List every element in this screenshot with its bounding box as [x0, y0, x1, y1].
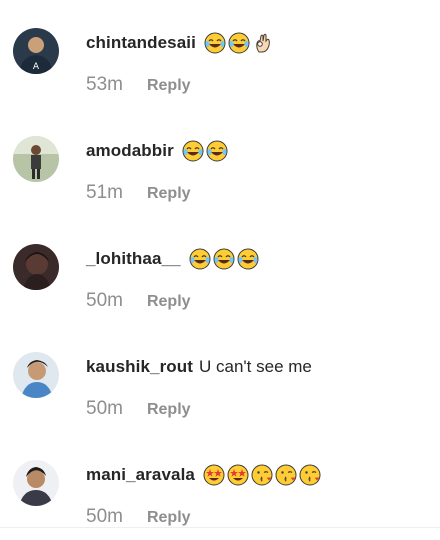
timestamp: 51m [86, 182, 123, 203]
tears-of-joy-icon [213, 248, 235, 270]
comment-meta: 50m Reply [86, 290, 191, 312]
face-blowing-kiss-icon [275, 464, 297, 486]
emoji-group [204, 32, 274, 54]
avatar[interactable] [13, 352, 59, 398]
comment-text-line: amodabbir [86, 136, 228, 166]
tears-of-joy-icon [206, 140, 228, 162]
tears-of-joy-icon [237, 248, 259, 270]
tears-of-joy-icon [228, 32, 250, 54]
reply-button[interactable]: Reply [147, 185, 191, 203]
comments-list: A chintandesaii 53m Reply amodabbir 51m … [0, 0, 440, 536]
emoji-group [189, 248, 259, 270]
star-struck-icon [203, 464, 225, 486]
comment-item: amodabbir 51m Reply [0, 108, 440, 216]
avatar[interactable] [13, 244, 59, 290]
comment-text-line: kaushik_rout U can't see me [86, 352, 312, 382]
bottom-overlay [0, 528, 440, 536]
star-struck-icon [227, 464, 249, 486]
avatar[interactable] [13, 460, 59, 506]
username[interactable]: amodabbir [86, 141, 174, 161]
emoji-group [182, 140, 228, 162]
avatar[interactable]: A [13, 28, 59, 74]
comment-text-line: _lohithaa__ [86, 244, 259, 274]
ok-hand-icon [256, 33, 270, 53]
comment-item: A chintandesaii 53m Reply [0, 0, 440, 108]
face-blowing-kiss-icon [251, 464, 273, 486]
avatar[interactable] [13, 136, 59, 182]
comment-text-line: chintandesaii [86, 28, 274, 58]
username[interactable]: kaushik_rout [86, 357, 193, 377]
comment-item: kaushik_rout U can't see me 50m Reply [0, 324, 440, 432]
username[interactable]: chintandesaii [86, 33, 196, 53]
timestamp: 50m [86, 290, 123, 311]
reply-button[interactable]: Reply [147, 401, 191, 419]
username[interactable]: mani_aravala [86, 465, 195, 485]
timestamp: 50m [86, 506, 123, 527]
comment-item: _lohithaa__ 50m Reply [0, 216, 440, 324]
tears-of-joy-icon [182, 140, 204, 162]
comment-body: U can't see me [199, 357, 312, 376]
tears-of-joy-icon [204, 32, 226, 54]
timestamp: 53m [86, 74, 123, 95]
comment-meta: 51m Reply [86, 182, 191, 204]
comment-meta: 53m Reply [86, 74, 191, 96]
comment-meta: 50m Reply [86, 398, 191, 420]
comment-text-line: mani_aravala [86, 460, 321, 490]
reply-button[interactable]: Reply [147, 509, 191, 527]
svg-text:A: A [33, 62, 40, 72]
reply-button[interactable]: Reply [147, 293, 191, 311]
timestamp: 50m [86, 398, 123, 419]
username[interactable]: _lohithaa__ [86, 249, 181, 269]
emoji-group [203, 464, 321, 486]
face-blowing-kiss-icon [299, 464, 321, 486]
reply-button[interactable]: Reply [147, 77, 191, 95]
tears-of-joy-icon [189, 248, 211, 270]
comment-item: mani_aravala 50m Reply [0, 432, 440, 540]
comment-meta: 50m Reply [86, 506, 191, 528]
